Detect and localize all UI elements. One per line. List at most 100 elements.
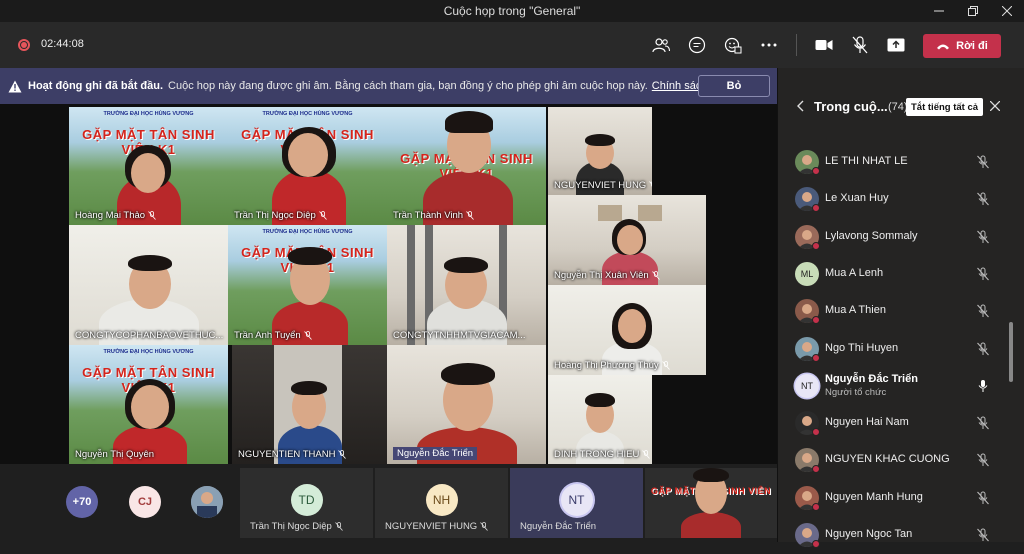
avatar [795,523,819,547]
tile-name: Nguyễn Thị Quyên [75,449,154,460]
chat-icon[interactable] [686,34,708,56]
busy-status-icon [812,242,820,250]
tile-name-text: NGUYENVIET HUNG [554,180,646,191]
participant-row[interactable]: Le Xuan Huy [778,181,1008,218]
busy-status-icon [812,465,820,473]
participant-row[interactable]: Ngo Thi Huyen [778,331,1008,368]
participant-figure [445,111,493,133]
avatar[interactable] [191,486,223,518]
mute-all-button[interactable]: Tắt tiếng tất cả [906,98,983,116]
participant-name: NGUYEN KHAC CUONG [825,453,950,465]
close-icon[interactable] [990,0,1024,22]
video-tile[interactable]: CONGTYCOPHANBAOVETHUC... [69,225,228,345]
tile-name: Trần Thị Ngọc Diệp [234,210,327,221]
participant-figure [444,257,488,273]
avatar [795,337,819,361]
mic-off-icon[interactable] [976,192,990,206]
avatar: TD [291,484,323,516]
avatar[interactable]: CJ [129,486,161,518]
tile-name-text: Nguyễn Đắc Triển [397,448,473,459]
mic-off-icon[interactable] [849,34,871,56]
back-icon[interactable] [796,100,804,115]
participant-name: LE THI NHAT LE [825,155,908,167]
video-tile[interactable]: DINH TRONG HIEU [548,375,652,464]
mic-icon[interactable] [976,379,990,393]
participant-row[interactable]: NGUYEN KHAC CUONG [778,442,1008,479]
participant-figure [288,247,332,265]
toolbar-divider [796,34,797,56]
more-icon[interactable] [758,34,780,56]
participant-row[interactable]: LE THI NHAT LE [778,144,1008,181]
video-tile[interactable]: TRƯỜNG ĐẠI HỌC HÙNG VƯƠNG GẶP MẶT TÂN SI… [69,345,228,464]
camera-icon[interactable] [813,34,835,56]
video-tile[interactable]: NGUYENVIET HUNG [548,107,652,195]
video-tile[interactable]: Hoàng Thị Phương Thúy [548,285,706,375]
panel-scrollbar[interactable] [1009,322,1013,382]
overflow-count[interactable]: +70 [66,486,98,518]
video-tile[interactable]: TRƯỜNG ĐẠI HỌC HÙNG VƯƠNG GẶP MẶT TÂN SI… [228,107,387,225]
video-tile[interactable]: TRƯỜNG ĐẠI HỌC HÙNG VƯƠNG GẶP MẶT TÂN SI… [228,225,387,345]
mic-off-icon [304,331,312,340]
participant-figure [618,309,646,343]
banner-message: Cuộc họp này đang được ghi âm. Bằng cách… [168,80,648,92]
mic-off-icon[interactable] [976,453,990,467]
self-preview[interactable]: GẶP MẶT TÂN SINH VIÊN K1 [645,468,777,538]
participant-row[interactable]: NTNguyễn Đắc TriểnNgười tổ chức [778,368,1008,405]
dismiss-button[interactable]: Bỏ [698,75,770,97]
close-icon[interactable] [990,98,1000,114]
share-icon[interactable] [885,34,907,56]
video-tile[interactable]: NGUYENTIEN THANH [232,345,387,464]
recording-banner: Hoạt động ghi đã bắt đầu. Cuộc họp này đ… [0,68,777,104]
participant-row[interactable]: Lylavong Sommaly [778,219,1008,256]
video-stage: TRƯỜNG ĐẠI HỌC HÙNG VƯƠNG GẶP MẶT TÂN SI… [0,104,777,464]
participant-figure [585,134,615,146]
participant-name: Mua A Lenh [825,267,883,279]
avatar: ML [795,262,819,286]
participant-row[interactable]: Mua A Thien [778,293,1008,330]
mic-off-icon [642,450,650,459]
video-tile[interactable]: GẶP MẶT TÂN SINH VIÊN K1 Trần Thành Vinh [387,107,546,225]
event-banner-school: TRƯỜNG ĐẠI HỌC HÙNG VƯƠNG [228,229,387,235]
participant-figure [617,225,643,255]
mic-off-icon[interactable] [976,230,990,244]
leave-button[interactable]: Rời đi [923,34,1001,58]
mic-off-icon[interactable] [976,416,990,430]
busy-status-icon [812,503,820,511]
mini-video-tile[interactable]: NT Nguyễn Đắc Triển [510,468,643,538]
video-tile[interactable]: TRƯỜNG ĐẠI HỌC HÙNG VƯƠNG GẶP MẶT TÂN SI… [69,107,228,225]
video-tile[interactable]: Nguyễn Thị Xuân Viên [548,195,706,285]
restore-icon[interactable] [956,0,990,22]
participant-figure [291,381,327,395]
banner-title: Hoạt động ghi đã bắt đầu. [28,80,163,92]
mini-video-tile[interactable]: TD Trần Thị Ngọc Diệp [240,468,373,538]
reactions-icon[interactable] [722,34,744,56]
people-icon[interactable] [650,34,672,56]
participant-row[interactable]: Nguyen Ngoc Tan [778,517,1008,554]
participant-name: Lylavong Sommaly [825,230,918,242]
participant-figure [131,153,165,193]
wall-frame [598,205,622,221]
tile-name-text: Hoàng Thị Phương Thúy [554,360,659,371]
participant-row[interactable]: ML Mua A Lenh [778,256,1008,293]
avatar: NT [795,374,819,398]
minimize-icon[interactable] [922,0,956,22]
mic-off-icon[interactable] [976,342,990,356]
mini-video-tile[interactable]: NH NGUYENVIET HUNG [375,468,508,538]
leave-label: Rời đi [956,40,988,52]
tile-name-text: Hoàng Mai Thảo [75,210,145,221]
mic-off-icon[interactable] [976,528,990,542]
tile-name: CONGTYTNHHMTVGIACAM... [393,330,525,341]
participant-row[interactable]: Nguyen Hai Nam [778,405,1008,442]
busy-status-icon [812,167,820,175]
background-bars [407,225,415,345]
mini-tile-name: NGUYENVIET HUNG [385,521,488,532]
mic-off-icon[interactable] [976,267,990,281]
avatar: NT [561,484,593,516]
mic-off-icon[interactable] [976,304,990,318]
video-tile[interactable]: Nguyễn Đắc Triển [387,345,546,464]
mic-off-icon[interactable] [976,491,990,505]
participant-name: Nguyễn Đắc Triển [825,373,918,385]
mic-off-icon[interactable] [976,155,990,169]
video-tile[interactable]: CONGTYTNHHMTVGIACAM... [387,225,546,345]
participant-row[interactable]: Nguyen Manh Hung [778,480,1008,517]
